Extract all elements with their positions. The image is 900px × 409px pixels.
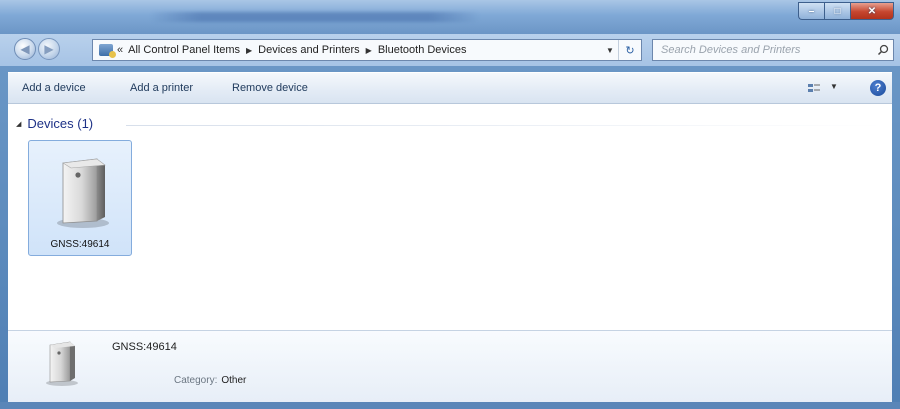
device-tile[interactable]: GNSS:49614 <box>28 140 132 256</box>
close-button[interactable]: ✕ <box>850 2 894 20</box>
category-label: Category: <box>174 375 218 386</box>
collapse-caret-icon[interactable]: ◢ <box>16 120 21 128</box>
breadcrumb-overflow[interactable]: « <box>117 44 123 56</box>
generic-device-icon <box>46 341 78 386</box>
remove-device-button[interactable]: Remove device <box>232 82 308 94</box>
breadcrumb: « All Control Panel Items ▶ Devices and … <box>117 44 467 56</box>
view-options-dropdown-icon[interactable]: ▼ <box>830 82 838 91</box>
search-input[interactable] <box>653 43 873 57</box>
group-label: Devices (1) <box>27 116 94 131</box>
command-bar: Add a device Add a printer Remove device… <box>8 72 892 104</box>
search-icon[interactable] <box>873 40 893 60</box>
breadcrumb-separator-icon[interactable]: ▶ <box>366 46 372 55</box>
details-device-name: GNSS:49614 <box>112 341 177 353</box>
minimize-icon: – <box>808 5 815 17</box>
devices-and-printers-window: – □ ✕ ◀ ▶ « All Control Panel Items ▶ De… <box>0 0 900 409</box>
close-icon: ✕ <box>867 5 877 17</box>
minimize-button[interactable]: – <box>798 2 824 20</box>
control-panel-icon <box>99 44 116 58</box>
title-bar[interactable]: – □ ✕ <box>0 0 900 34</box>
devices-group-header[interactable]: ◢ Devices (1) <box>16 116 93 131</box>
address-bar[interactable]: « All Control Panel Items ▶ Devices and … <box>92 39 642 61</box>
generic-device-icon <box>57 158 109 228</box>
details-pane: GNSS:49614 Category: Other <box>8 330 892 402</box>
category-value: Other <box>221 375 247 386</box>
address-dropdown-icon[interactable]: ▼ <box>603 40 617 60</box>
back-arrow-icon: ◀ <box>20 42 30 56</box>
group-divider <box>126 125 886 126</box>
maximize-button[interactable]: □ <box>824 2 850 20</box>
navigation-row: ◀ ▶ « All Control Panel Items ▶ Devices … <box>0 34 900 66</box>
breadcrumb-devices-and-printers[interactable]: Devices and Printers <box>258 44 360 56</box>
device-name-label: GNSS:49614 <box>50 239 110 250</box>
back-button[interactable]: ◀ <box>14 38 36 60</box>
add-device-button[interactable]: Add a device <box>22 82 86 94</box>
add-printer-button[interactable]: Add a printer <box>130 82 193 94</box>
forward-button[interactable]: ▶ <box>38 38 60 60</box>
search-box <box>652 39 894 61</box>
breadcrumb-separator-icon[interactable]: ▶ <box>246 46 252 55</box>
window-title-obscured <box>150 12 480 22</box>
refresh-icon[interactable]: ↻ <box>618 40 641 60</box>
forward-arrow-icon: ▶ <box>44 42 54 56</box>
details-category: Category: Other <box>174 375 246 386</box>
change-view-icon[interactable] <box>808 83 820 93</box>
breadcrumb-all-control-panel-items[interactable]: All Control Panel Items <box>128 44 240 56</box>
help-icon[interactable]: ? <box>870 80 886 96</box>
caption-buttons: – □ ✕ <box>798 2 894 20</box>
maximize-icon: □ <box>834 5 841 17</box>
breadcrumb-bluetooth-devices[interactable]: Bluetooth Devices <box>378 44 467 56</box>
devices-content-pane[interactable]: ◢ Devices (1) GNSS:49614 <box>8 104 892 330</box>
window-bottom-border <box>0 402 900 409</box>
